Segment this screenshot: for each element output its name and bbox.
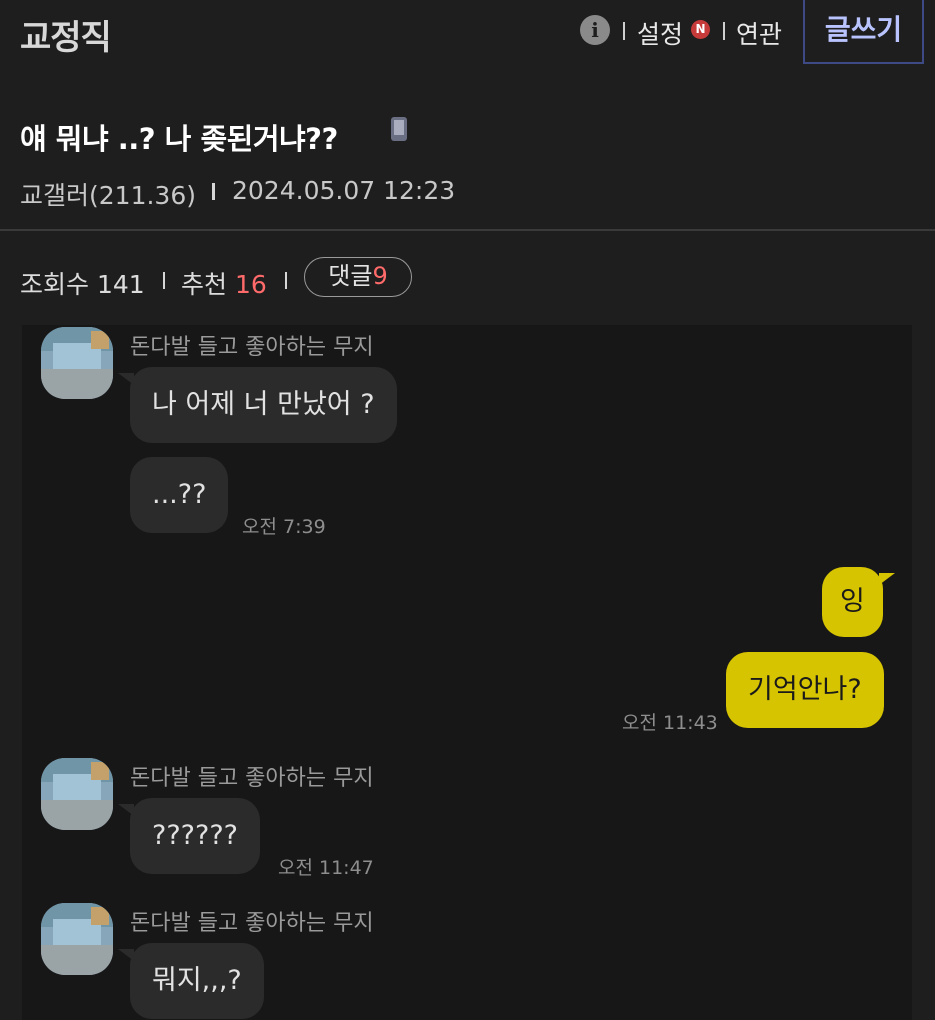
divider	[285, 272, 287, 289]
write-button[interactable]: 글쓰기	[803, 0, 924, 64]
divider	[723, 22, 725, 40]
chat-bubble: ??????	[118, 798, 260, 874]
recommend-value: 16	[234, 270, 267, 299]
related-link[interactable]: 연관	[736, 15, 782, 51]
mobile-icon	[391, 117, 407, 141]
info-icon[interactable]: i	[580, 15, 610, 45]
message-time: 오전 7:39	[242, 516, 326, 538]
chat-screenshot: 돈다발 들고 좋아하는 무지 나 어제 너 만났어 ? ...?? 오전 7:3…	[22, 325, 912, 1020]
views-value: 141	[96, 270, 145, 299]
view-count: 조회수 141	[20, 265, 145, 301]
header-divider	[0, 229, 935, 231]
my-chat-bubble: 기억안나?	[726, 652, 884, 728]
chat-bubble: 뭐지,,,?	[118, 943, 264, 1019]
comments-label: 댓글	[328, 262, 373, 290]
avatar	[41, 758, 113, 830]
top-bar: 교정직 i 설정 N 연관 글쓰기	[0, 0, 935, 66]
chat-bubble: 나 어제 너 만났어 ?	[118, 367, 397, 443]
message-time: 오전 11:47	[278, 857, 374, 879]
post-title: 얘 뭐냐 ..? 나 좆된거냐??	[20, 122, 338, 156]
chat-bubble: ...??	[130, 457, 229, 533]
divider	[212, 183, 215, 200]
views-label: 조회수	[20, 270, 90, 299]
divider	[163, 272, 165, 289]
avatar	[41, 327, 113, 399]
board-title[interactable]: 교정직	[20, 10, 112, 59]
post-datetime: 2024.05.07 12:23	[232, 176, 456, 205]
sender-name: 돈다발 들고 좋아하는 무지	[130, 911, 374, 936]
my-chat-bubble: 잉	[822, 567, 895, 637]
avatar	[41, 903, 113, 975]
settings-link[interactable]: 설정	[637, 15, 683, 51]
sender-name: 돈다발 들고 좋아하는 무지	[130, 766, 374, 791]
post-author[interactable]: 교갤러(211.36)	[20, 176, 196, 212]
sender-name: 돈다발 들고 좋아하는 무지	[130, 335, 374, 360]
recommend-count: 추천 16	[181, 265, 267, 301]
new-badge: N	[691, 20, 710, 39]
comments-value: 9	[372, 262, 388, 290]
comments-button[interactable]: 댓글9	[304, 257, 412, 297]
message-time: 오전 11:43	[622, 712, 718, 734]
divider	[623, 22, 625, 40]
recommend-label: 추천	[181, 270, 228, 299]
